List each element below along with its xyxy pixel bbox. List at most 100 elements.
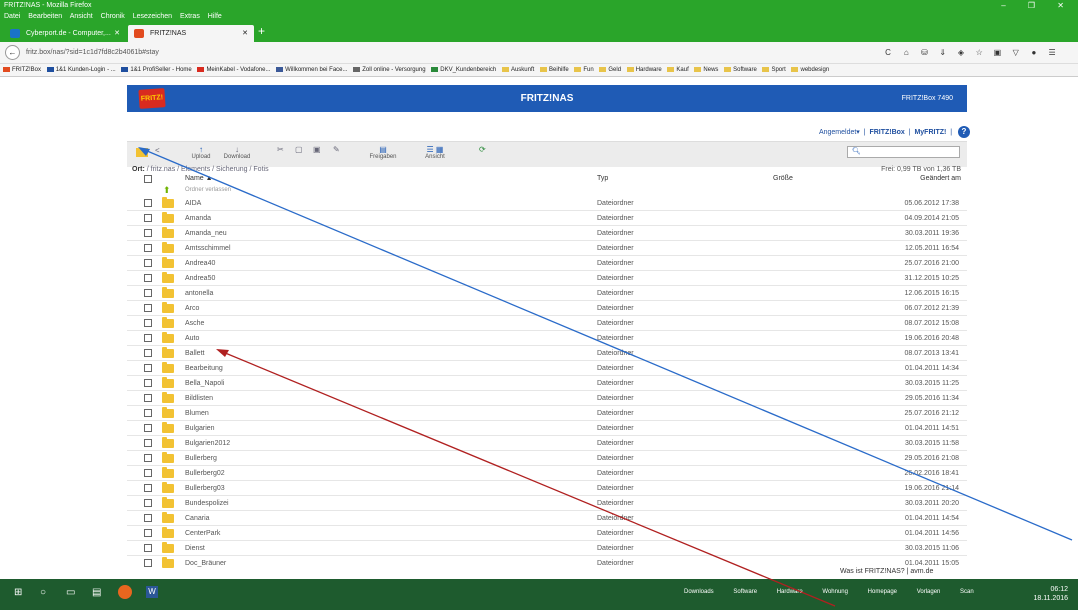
table-row[interactable]: Canaria Dateiordner 01.04.2011 14:54 (127, 511, 967, 526)
menu-hilfe[interactable]: Hilfe (208, 13, 222, 20)
row-name[interactable]: Bella_Napoli (185, 376, 224, 391)
search-input[interactable]: 🔍︎ (847, 146, 960, 158)
row-name[interactable]: AIDA (185, 196, 201, 211)
ansicht-button[interactable]: ☰ ▦ Ansicht (415, 145, 455, 160)
row-name[interactable]: Bullerberg02 (185, 466, 225, 481)
bookmark-folder[interactable]: Geld (599, 64, 621, 76)
library-icon[interactable]: ▣ (989, 46, 1005, 60)
col-size[interactable]: Größe (773, 174, 793, 184)
taskbar-link[interactable]: Scan (960, 589, 974, 595)
cut-icon[interactable]: ✂ (277, 145, 284, 154)
row-name[interactable]: Bullerberg03 (185, 481, 225, 496)
table-row[interactable]: Dienst Dateiordner 30.03.2015 11:06 (127, 541, 967, 556)
row-checkbox[interactable] (144, 394, 152, 402)
windows-start-icon[interactable]: ⊞ (14, 587, 22, 598)
menu-bearbeiten[interactable]: Bearbeiten (28, 13, 62, 20)
row-checkbox[interactable] (144, 214, 152, 222)
row-name[interactable]: Doc_Bräuner (185, 556, 226, 570)
table-row[interactable]: Bullerberg Dateiordner 29.05.2016 21:08 (127, 451, 967, 466)
logged-in-menu[interactable]: Angemeldet▾ (819, 129, 860, 136)
row-checkbox[interactable] (144, 349, 152, 357)
row-checkbox[interactable] (144, 289, 152, 297)
myfritz-link[interactable]: MyFRITZ! (914, 129, 946, 136)
footer-link[interactable]: Was ist FRITZ!NAS? | avm.de (840, 568, 933, 575)
taskbar-link[interactable]: Homepage (868, 589, 897, 595)
row-checkbox[interactable] (144, 334, 152, 342)
copy-icon[interactable]: ▢ (295, 145, 303, 154)
bookmark-item[interactable]: MeinKabel - Vodafone... (197, 64, 270, 76)
bookmark-folder[interactable]: webdesign (791, 64, 829, 76)
row-checkbox[interactable] (144, 259, 152, 267)
row-checkbox[interactable] (144, 364, 152, 372)
close-icon[interactable]: ✕ (114, 25, 120, 42)
taskbar-link[interactable]: Software (733, 589, 757, 595)
search-icon[interactable]: ○ (40, 587, 46, 598)
row-checkbox[interactable] (144, 439, 152, 447)
col-name[interactable]: Name ▲ (185, 174, 213, 184)
breadcrumb[interactable]: / fritz.nas / Elements / Sicherung / Fot… (147, 166, 269, 173)
row-name[interactable]: Bundespolizei (185, 496, 229, 511)
select-all-checkbox[interactable] (144, 175, 152, 183)
rename-icon[interactable]: ✎ (333, 145, 340, 154)
taskbar-link[interactable]: Vorlagen (917, 589, 941, 595)
bookmark-item[interactable]: 1&1 Kunden-Login - ... (46, 64, 116, 76)
bookmark-item[interactable]: Willkommen bei Face... (276, 64, 348, 76)
bookmark-folder[interactable]: Kauf (667, 64, 689, 76)
bookmark-folder[interactable]: Software (724, 64, 757, 76)
col-date[interactable]: Geändert am (920, 174, 961, 184)
row-name[interactable]: CenterPark (185, 526, 220, 541)
row-checkbox[interactable] (144, 319, 152, 327)
addon-icon[interactable]: ◈ (953, 46, 969, 60)
table-row[interactable]: Andrea50 Dateiordner 31.12.2015 10:25 (127, 271, 967, 286)
word-icon[interactable]: W (146, 586, 158, 598)
row-checkbox[interactable] (144, 499, 152, 507)
table-row[interactable]: Bullerberg03 Dateiordner 19.06.2016 21:14 (127, 481, 967, 496)
table-row[interactable]: Bullerberg02 Dateiordner 26.02.2016 18:41 (127, 466, 967, 481)
bookmark-folder[interactable]: Hardware (626, 64, 662, 76)
table-row[interactable]: Amanda_neu Dateiordner 30.03.2011 19:36 (127, 226, 967, 241)
col-type[interactable]: Typ (597, 174, 608, 184)
table-row[interactable]: Blumen Dateiordner 25.07.2016 21:12 (127, 406, 967, 421)
bookmark-item[interactable]: 1&1 ProfiSeller - Home (121, 64, 192, 76)
row-name[interactable]: Amanda_neu (185, 226, 227, 241)
bookmark-star-icon[interactable]: ☆ (971, 46, 987, 60)
bookmark-item[interactable]: FRITZ!Box (3, 64, 41, 76)
bookmark-item[interactable]: Zoll online - Versorgung (353, 64, 426, 76)
row-checkbox[interactable] (144, 469, 152, 477)
table-row[interactable]: Amanda Dateiordner 04.09.2014 21:05 (127, 211, 967, 226)
row-name[interactable]: Arco (185, 301, 199, 316)
table-row[interactable]: Arco Dateiordner 06.07.2012 21:39 (127, 301, 967, 316)
table-row[interactable]: Bearbeitung Dateiordner 01.04.2011 14:34 (127, 361, 967, 376)
row-checkbox[interactable] (144, 274, 152, 282)
row-name[interactable]: antonella (185, 286, 213, 301)
row-checkbox[interactable] (144, 424, 152, 432)
freigaben-button[interactable]: ▤ Freigaben (363, 145, 403, 160)
table-row[interactable]: Auto Dateiordner 19.06.2016 20:48 (127, 331, 967, 346)
table-row[interactable]: Asche Dateiordner 08.07.2012 15:08 (127, 316, 967, 331)
row-name[interactable]: Amanda (185, 211, 211, 226)
bookmark-folder[interactable]: Fun (574, 64, 594, 76)
bookmark-folder[interactable]: Beihilfe (539, 64, 569, 76)
bookmark-folder[interactable]: Auskunft (501, 64, 534, 76)
row-name[interactable]: Asche (185, 316, 204, 331)
row-checkbox[interactable] (144, 544, 152, 552)
row-name[interactable]: Bildlisten (185, 391, 213, 406)
new-folder-icon[interactable] (136, 148, 148, 157)
row-checkbox[interactable] (144, 244, 152, 252)
menu-icon[interactable]: ☰ (1044, 46, 1060, 60)
table-row[interactable]: Bildlisten Dateiordner 29.05.2016 11:34 (127, 391, 967, 406)
table-row[interactable]: AIDA Dateiordner 05.06.2012 17:38 (127, 196, 967, 211)
table-row[interactable]: Bella_Napoli Dateiordner 30.03.2015 11:25 (127, 376, 967, 391)
paste-icon[interactable]: ▣ (313, 145, 321, 154)
row-checkbox[interactable] (144, 484, 152, 492)
system-tray[interactable]: 06:12 18.11.2016 (1033, 585, 1068, 603)
help-icon[interactable]: ? (958, 126, 970, 138)
window-controls[interactable]: – ❐ ✕ (1001, 0, 1074, 11)
row-name[interactable]: Bullerberg (185, 451, 217, 466)
taskbar-link[interactable]: Hardware (777, 589, 803, 595)
row-checkbox[interactable] (144, 529, 152, 537)
tab-fritznas[interactable]: FRITZ!NAS ✕ (128, 25, 254, 42)
refresh-icon[interactable]: ⟳ (479, 145, 486, 154)
row-checkbox[interactable] (144, 304, 152, 312)
table-row[interactable]: Andrea40 Dateiordner 25.07.2016 21:00 (127, 256, 967, 271)
